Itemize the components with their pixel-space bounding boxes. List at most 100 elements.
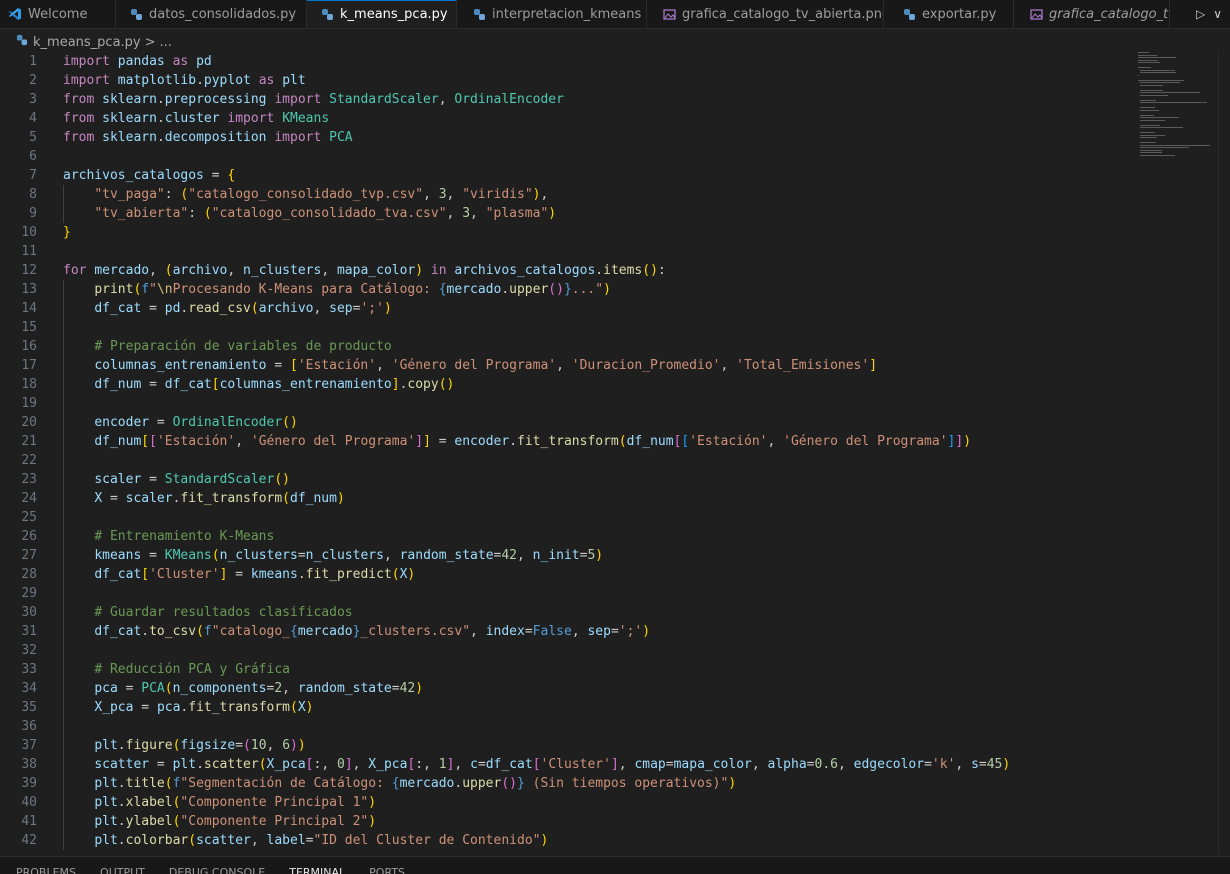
run-icon[interactable]: ▷ — [1196, 7, 1205, 21]
code-line[interactable]: 41 plt.ylabel("Componente Principal 2") — [0, 812, 1120, 831]
code-line[interactable]: 11 — [0, 242, 1120, 261]
code-line[interactable]: 6 — [0, 147, 1120, 166]
tab-interpretacion-kmeans[interactable]: interpretacion_kmeans — [457, 0, 647, 28]
code-line[interactable]: 12 for mercado, (archivo, n_clusters, map… — [0, 261, 1120, 280]
code-line[interactable]: 27 kmeans = KMeans(n_clusters=n_clusters… — [0, 546, 1120, 565]
tab-label: datos_consolidados.py — [149, 6, 297, 22]
tab-welcome[interactable]: Welcome — [0, 0, 116, 28]
tab-k-means-pca[interactable]: k_means_pca.py × — [307, 0, 457, 28]
minimap-line — [1140, 124, 1160, 126]
python-icon — [902, 7, 916, 21]
minimap[interactable] — [1138, 52, 1218, 162]
minimap-line — [1140, 92, 1201, 93]
line-number: 39 — [21, 776, 37, 791]
code-text: plt.figure(figsize=(10, 6)) — [94, 738, 306, 753]
code-line[interactable]: 8 "tv_paga": ("catalogo_consolidado_tvp.… — [0, 185, 1120, 204]
code-line[interactable]: 32 — [0, 641, 1120, 660]
python-icon — [321, 8, 334, 22]
line-number: 42 — [21, 833, 37, 848]
code-text: pca = PCA(n_components=2, random_state=4… — [94, 681, 424, 696]
code-text: archivos_catalogos = { — [63, 168, 236, 183]
code-text: df_cat.to_csv(f"catalogo_{mercado}_clust… — [94, 624, 651, 639]
code-line[interactable]: 1 import pandas as pd — [0, 52, 1120, 71]
code-editor[interactable]: 1 import pandas as pd 2 import matplotlib.p… — [0, 52, 1230, 855]
breadcrumb-file[interactable]: k_means_pca.py — [33, 35, 141, 50]
line-number: 26 — [21, 529, 37, 544]
minimap-line — [1140, 84, 1163, 86]
code-line[interactable]: 35 X_pca = pca.fit_transform(X) — [0, 698, 1120, 717]
code-line[interactable]: 29 — [0, 584, 1120, 603]
code-line[interactable]: 26 # Entrenamiento K-Means — [0, 527, 1120, 546]
line-number: 14 — [21, 301, 37, 316]
minimap-line — [1138, 74, 1139, 76]
line-number: 21 — [21, 434, 37, 449]
tab-grafica-tv-abierta[interactable]: grafica_catalogo_tv_abierta.png — [647, 0, 884, 28]
code-line[interactable]: 7 archivos_catalogos = { — [0, 166, 1120, 185]
code-line[interactable]: 20 encoder = OrdinalEncoder() — [0, 413, 1120, 432]
line-number: 38 — [21, 757, 37, 772]
code-line[interactable]: 5 from sklearn.decomposition import PCA — [0, 128, 1120, 147]
line-number: 4 — [29, 111, 37, 126]
code-line[interactable]: 3 from sklearn.preprocessing import Stand… — [0, 90, 1120, 109]
code-line[interactable]: 4 from sklearn.cluster import KMeans — [0, 109, 1120, 128]
code-text: # Guardar resultados clasificados — [94, 605, 353, 620]
breadcrumb-symbol[interactable]: ... — [160, 35, 172, 50]
line-number: 19 — [21, 396, 37, 411]
tab-output[interactable]: OUTPUT — [100, 866, 145, 874]
tab-ports[interactable]: PORTS — [369, 866, 405, 874]
code-line[interactable]: 39 plt.title(f"Segmentación de Catálogo:… — [0, 774, 1120, 793]
minimap-line — [1140, 69, 1175, 71]
code-line[interactable]: 36 — [0, 717, 1120, 736]
code-line[interactable]: 31 df_cat.to_csv(f"catalogo_{mercado}_cl… — [0, 622, 1120, 641]
code-line[interactable]: 23 scaler = StandardScaler() — [0, 470, 1120, 489]
chevron-down-icon[interactable]: ∨ — [1213, 7, 1222, 21]
code-line[interactable]: 2 import matplotlib.pyplot as plt — [0, 71, 1120, 90]
code-text: # Reducción PCA y Gráfica — [94, 662, 290, 677]
tab-problems[interactable]: PROBLEMS — [16, 866, 76, 874]
code-line[interactable]: 13 print(f"\nProcesando K-Means para Cat… — [0, 280, 1120, 299]
line-number: 24 — [21, 491, 37, 506]
code-line[interactable]: 19 — [0, 394, 1120, 413]
minimap-line — [1140, 154, 1175, 156]
tab-datos-consolidados[interactable]: datos_consolidados.py — [116, 0, 307, 28]
code-line[interactable]: 22 — [0, 451, 1120, 470]
line-number: 30 — [21, 605, 37, 620]
code-line[interactable]: 28 df_cat['Cluster'] = kmeans.fit_predic… — [0, 565, 1120, 584]
code-line[interactable]: 25 — [0, 508, 1120, 527]
line-number: 11 — [21, 244, 37, 259]
python-icon — [130, 7, 143, 21]
code-line[interactable]: 15 — [0, 318, 1120, 337]
code-text: df_num[['Estación', 'Género del Programa… — [94, 434, 972, 449]
tab-terminal[interactable]: TERMINAL — [289, 866, 345, 874]
tab-exportar[interactable]: exportar.py — [884, 0, 1014, 28]
line-number: 12 — [21, 263, 37, 278]
code-line[interactable]: 30 # Guardar resultados clasificados — [0, 603, 1120, 622]
minimap-line — [1140, 149, 1162, 151]
code-line[interactable]: 40 plt.xlabel("Componente Principal 1") — [0, 793, 1120, 812]
minimap-line — [1138, 57, 1177, 58]
code-line[interactable]: 38 scatter = plt.scatter(X_pca[:, 0], X_… — [0, 755, 1120, 774]
tab-label: exportar.py — [922, 6, 997, 22]
line-number: 9 — [29, 206, 37, 221]
tab-debug-console[interactable]: DEBUG CONSOLE — [169, 866, 265, 874]
code-line[interactable]: 34 pca = PCA(n_components=2, random_stat… — [0, 679, 1120, 698]
code-line[interactable]: 14 df_cat = pd.read_csv(archivo, sep=';'… — [0, 299, 1120, 318]
code-line[interactable]: 18 df_num = df_cat[columnas_entrenamient… — [0, 375, 1120, 394]
code-line[interactable]: 10} — [0, 223, 1120, 242]
code-line[interactable]: 9 "tv_abierta": ("catalogo_consolidado_t… — [0, 204, 1120, 223]
code-line[interactable]: 24 X = scaler.fit_transform(df_num) — [0, 489, 1120, 508]
code-line[interactable]: 37 plt.figure(figsize=(10, 6)) — [0, 736, 1120, 755]
minimap-line — [1140, 117, 1180, 118]
vertical-scrollbar[interactable] — [1218, 52, 1230, 855]
code-line[interactable]: 17 columnas_entrenamiento = ['Estación',… — [0, 356, 1120, 375]
line-number: 7 — [29, 168, 37, 183]
tab-grafica-tv-paga[interactable]: grafica_catalogo_tv_p — [1014, 0, 1170, 28]
code-text: X_pca = pca.fit_transform(X) — [94, 700, 314, 715]
code-line[interactable]: 16 # Preparación de variables de product… — [0, 337, 1120, 356]
code-line[interactable]: 21 df_num[['Estación', 'Género del Progr… — [0, 432, 1120, 451]
code-line[interactable]: 33 # Reducción PCA y Gráfica — [0, 660, 1120, 679]
line-number: 41 — [21, 814, 37, 829]
code-line[interactable]: 42 plt.colorbar(scatter, label="ID del C… — [0, 831, 1120, 850]
breadcrumb: k_means_pca.py > ... — [0, 31, 1230, 53]
minimap-line — [1138, 54, 1157, 56]
